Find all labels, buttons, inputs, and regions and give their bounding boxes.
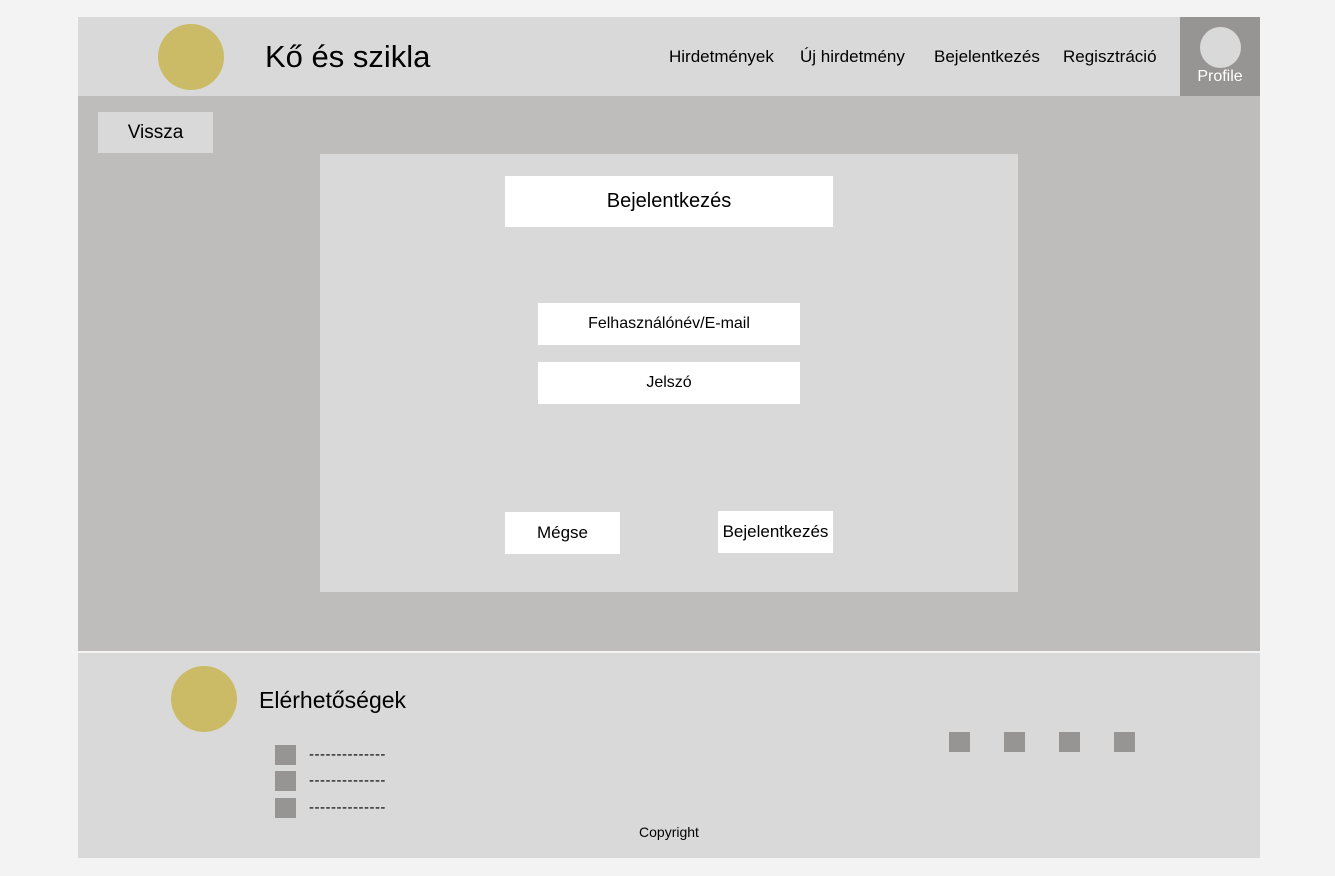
username-field[interactable]: Felhasználónév/E-mail bbox=[538, 303, 800, 345]
social-icon-4[interactable] bbox=[1114, 732, 1135, 752]
contact-icon bbox=[275, 771, 296, 791]
cancel-button[interactable]: Mégse bbox=[505, 512, 620, 554]
header: Kő és szikla Hirdetmények Új hirdetmény … bbox=[78, 17, 1260, 96]
nav-link-uj-hirdetmeny[interactable]: Új hirdetmény bbox=[800, 46, 905, 68]
main-content: Vissza Bejelentkezés Felhasználónév/E-ma… bbox=[78, 96, 1260, 651]
contact-icon bbox=[275, 745, 296, 765]
footer: Elérhetőségek -------------- -----------… bbox=[78, 653, 1260, 858]
nav-link-regisztracio[interactable]: Regisztráció bbox=[1063, 46, 1157, 68]
social-icon-3[interactable] bbox=[1059, 732, 1080, 752]
footer-title: Elérhetőségek bbox=[259, 687, 407, 713]
avatar bbox=[1200, 27, 1241, 68]
login-title: Bejelentkezés bbox=[505, 176, 833, 227]
profile-button[interactable]: Profile bbox=[1180, 17, 1260, 96]
copyright: Copyright bbox=[639, 824, 699, 840]
footer-logo bbox=[171, 666, 237, 732]
social-icon-2[interactable] bbox=[1004, 732, 1025, 752]
contact-text: -------------- bbox=[309, 772, 386, 789]
login-card: Bejelentkezés Felhasználónév/E-mail Jels… bbox=[320, 154, 1018, 592]
back-button[interactable]: Vissza bbox=[98, 112, 213, 153]
site-logo[interactable] bbox=[158, 24, 224, 90]
nav-link-bejelentkezes[interactable]: Bejelentkezés bbox=[934, 46, 1040, 68]
social-icon-1[interactable] bbox=[949, 732, 970, 752]
profile-label: Profile bbox=[1197, 68, 1243, 85]
login-submit-button[interactable]: Bejelentkezés bbox=[718, 511, 833, 553]
contact-icon bbox=[275, 798, 296, 818]
contact-text: -------------- bbox=[309, 746, 386, 763]
site-title: Kő és szikla bbox=[265, 39, 431, 74]
nav-link-hirdetmenyek[interactable]: Hirdetmények bbox=[669, 46, 774, 68]
password-field[interactable]: Jelszó bbox=[538, 362, 800, 404]
page-frame: Kő és szikla Hirdetmények Új hirdetmény … bbox=[78, 17, 1260, 858]
contact-text: -------------- bbox=[309, 799, 386, 816]
